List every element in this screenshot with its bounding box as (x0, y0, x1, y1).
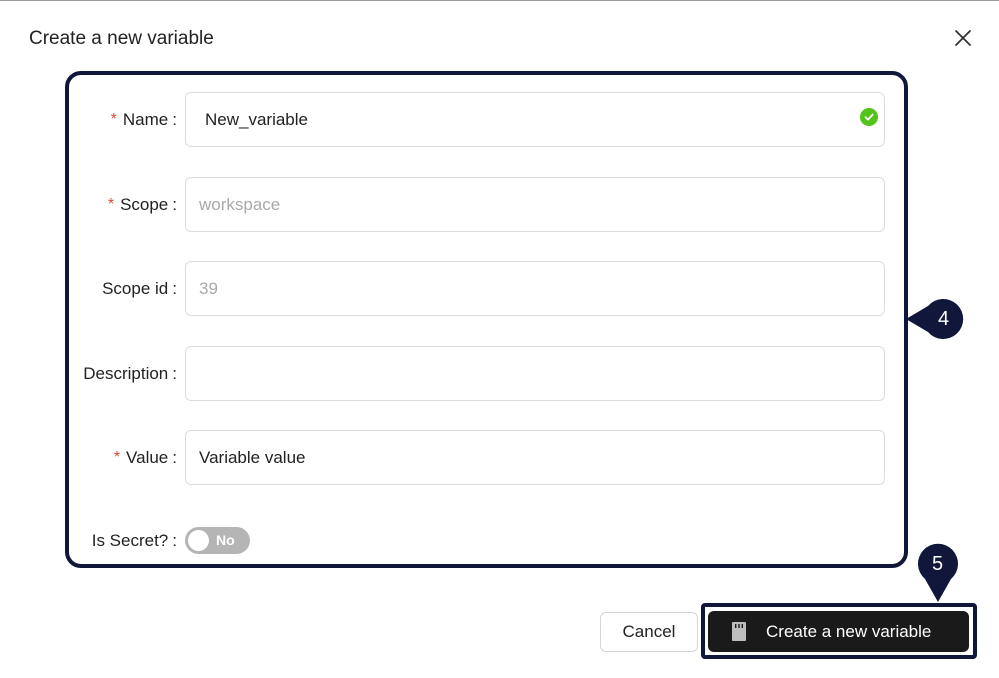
name-input[interactable]: New_variable (185, 92, 885, 147)
required-mark: * (110, 110, 117, 128)
value-input-value: Variable value (199, 447, 306, 467)
scope-id-label: Scope id : (102, 278, 177, 298)
toggle-knob (188, 530, 209, 551)
scope-id-input: 39 (185, 261, 885, 316)
scope-input: workspace (185, 177, 885, 232)
value-label: * Value : (113, 447, 177, 467)
form-row-value: * Value : Variable value (70, 430, 885, 485)
description-input[interactable] (185, 346, 885, 401)
create-variable-dialog: Create a new variable * Name : New_varia… (0, 0, 999, 678)
create-variable-button-label: Create a new variable (766, 621, 932, 641)
required-mark: * (113, 448, 121, 466)
form-row-name: * Name : New_variable (70, 92, 885, 147)
is-secret-toggle[interactable]: No (185, 527, 250, 554)
toggle-text: No (216, 532, 235, 548)
close-button[interactable] (951, 26, 975, 50)
form-row-is-secret: Is Secret? : No (70, 513, 885, 568)
step-5-number: 5 (932, 553, 944, 575)
scope-input-value: workspace (199, 194, 281, 214)
save-icon (732, 622, 746, 641)
step-4-annotation-badge: 4 (906, 298, 970, 340)
form-row-scope-id: Scope id : 39 (70, 261, 885, 316)
dialog-title: Create a new variable (29, 28, 214, 49)
close-icon (955, 30, 971, 46)
scope-id-input-value: 39 (199, 278, 218, 298)
scope-label: * Scope : (107, 194, 177, 214)
is-secret-label: Is Secret? : (91, 530, 177, 550)
value-input[interactable]: Variable value (185, 430, 885, 485)
required-mark: * (107, 195, 115, 213)
name-input-value: New_variable (205, 109, 308, 129)
step-5-annotation-badge: 5 (917, 541, 959, 603)
check-circle-icon (860, 108, 878, 126)
form-row-description: Description : (70, 346, 885, 401)
description-label: Description : (83, 363, 177, 383)
step-4-number: 4 (938, 308, 950, 330)
name-label: * Name : (110, 109, 177, 129)
form-row-scope: * Scope : workspace (70, 177, 885, 232)
create-variable-button[interactable]: Create a new variable (708, 611, 969, 652)
cancel-button[interactable]: Cancel (600, 612, 698, 652)
